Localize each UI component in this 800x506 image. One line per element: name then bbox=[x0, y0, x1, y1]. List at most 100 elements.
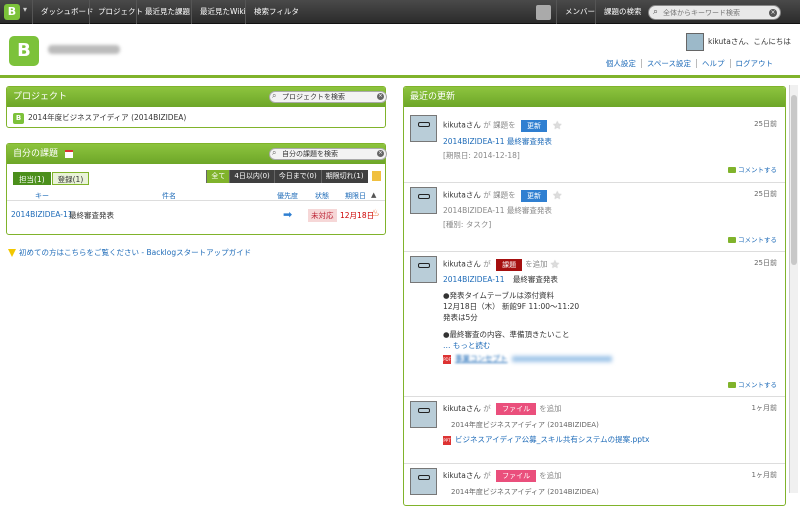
filter-due-today[interactable]: 今日まで(0) bbox=[273, 170, 321, 183]
issue-key[interactable]: 2014BIZIDEA-11 bbox=[11, 210, 73, 219]
page-scrollbar[interactable] bbox=[789, 85, 798, 493]
clear-icon[interactable]: × bbox=[769, 9, 777, 17]
project-search-box[interactable]: ⌕ プロジェクトを検索 × bbox=[269, 91, 387, 103]
activity-badge-suffix: を追加 bbox=[539, 471, 562, 480]
read-more-link[interactable]: … もっと読む bbox=[443, 340, 579, 351]
logout-link[interactable]: ログアウト bbox=[729, 59, 778, 68]
my-issues-title: 自分の課題 bbox=[13, 149, 59, 159]
star-icon[interactable]: ★ bbox=[552, 189, 562, 202]
activity-item: kikutaさん が ファイル を追加 2014年度ビジネスアイディア (2014… bbox=[404, 465, 785, 505]
activity-issue-link[interactable]: 2014BIZIDEA-11 最終審査発表 bbox=[443, 205, 552, 216]
file-link[interactable]: PPT ビジネスアイディア公募_スキル共有システムの提案.pptx bbox=[443, 434, 649, 445]
personal-settings-link[interactable]: 個人設定 bbox=[601, 59, 641, 68]
filter-all[interactable]: 全て bbox=[206, 170, 230, 183]
file-name[interactable]: ビジネスアイディア公募_スキル共有システムの提案.pptx bbox=[455, 435, 649, 444]
comment-link[interactable]: コメントする bbox=[728, 379, 777, 389]
my-issue-search-box[interactable]: ⌕ 自分の課題を検索 × bbox=[269, 148, 387, 160]
user-menu-icon[interactable] bbox=[536, 5, 551, 20]
backlog-logo-icon[interactable]: B bbox=[4, 4, 20, 20]
help-link[interactable]: ヘルプ bbox=[696, 59, 730, 68]
search-icon: ⌕ bbox=[272, 148, 277, 157]
activity-headline: kikutaさん が ファイル を追加 bbox=[443, 403, 562, 415]
col-due[interactable]: 期限日 bbox=[345, 191, 366, 201]
global-search-input[interactable] bbox=[663, 7, 768, 18]
attachment-link[interactable]: PDF 事業コンセプト bbox=[443, 353, 612, 364]
chevron-down-icon[interactable]: ▾ bbox=[23, 5, 27, 14]
projects-panel: プロジェクト ⌕ プロジェクトを検索 × B 2014年度ビジネスアイディア (2… bbox=[6, 86, 387, 128]
calendar-icon[interactable] bbox=[64, 149, 73, 158]
space-settings-link[interactable]: スペース設定 bbox=[640, 59, 696, 68]
col-key[interactable]: キー bbox=[35, 191, 49, 201]
activity-headline: kikutaさん が ファイル を追加 bbox=[443, 470, 562, 482]
activity-project[interactable]: 2014年度ビジネスアイディア (2014BIZIDEA) bbox=[451, 420, 599, 430]
filter-overdue[interactable]: 期限切れ(1) bbox=[320, 170, 368, 183]
avatar[interactable] bbox=[410, 256, 437, 283]
activity-user[interactable]: kikutaさん bbox=[443, 191, 481, 200]
activity-issue-title[interactable]: 最終審査発表 bbox=[513, 275, 558, 284]
recent-updates-panel: 最近の更新 kikutaさん が 課題を 更新 ★ 2014BIZIDEA-11… bbox=[403, 86, 786, 506]
activity-item: kikutaさん が ファイル を追加 2014年度ビジネスアイディア (2014… bbox=[404, 398, 785, 464]
avatar[interactable] bbox=[410, 401, 437, 428]
comment-link-label: コメントする bbox=[738, 236, 777, 244]
table-row[interactable]: 2014BIZIDEA-11 最終審査発表 ➡ 未対応 12月18日 ♨ bbox=[7, 208, 385, 222]
nav-search-filter[interactable]: 検索フィルタ bbox=[245, 0, 307, 24]
comment-icon bbox=[728, 237, 736, 243]
avatar[interactable] bbox=[410, 187, 437, 214]
avatar[interactable] bbox=[410, 468, 437, 495]
startup-guide-link[interactable]: 初めての方はこちらをご覧ください - Backlogスタートアップガイド bbox=[8, 247, 251, 258]
avatar[interactable] bbox=[410, 115, 437, 142]
activity-project[interactable]: 2014年度ビジネスアイディア (2014BIZIDEA) bbox=[451, 487, 599, 497]
my-issue-search-placeholder: 自分の課題を検索 bbox=[282, 150, 338, 158]
activity-verb: が bbox=[483, 404, 491, 413]
activity-headline: kikutaさん が 課題を 更新 ★ bbox=[443, 189, 562, 202]
activity-issue-key[interactable]: 2014BIZIDEA-11 bbox=[443, 275, 505, 284]
space-header: B kikutaさん、こんにちは 個人設定 スペース設定 ヘルプ ログアウト bbox=[0, 25, 800, 78]
filter-settings-icon[interactable] bbox=[372, 171, 381, 181]
comment-icon bbox=[728, 167, 736, 173]
issue-table-header: キー 件名 優先度 状態 期限日 ▲ bbox=[7, 189, 385, 201]
comment-link[interactable]: コメントする bbox=[728, 234, 777, 244]
col-subject[interactable]: 件名 bbox=[162, 191, 176, 201]
comment-link[interactable]: コメントする bbox=[728, 164, 777, 174]
sort-up-icon[interactable]: ▲ bbox=[371, 191, 376, 199]
clear-icon[interactable]: × bbox=[377, 150, 384, 157]
tab-created[interactable]: 登録(1) bbox=[51, 172, 90, 185]
star-icon[interactable]: ★ bbox=[552, 119, 562, 132]
activity-item: kikutaさん が 課題 を追加 ★ 2014BIZIDEA-11 最終審査発表… bbox=[404, 253, 785, 397]
filter-within-4-days[interactable]: 4日以内(0) bbox=[229, 170, 274, 183]
activity-issue-link[interactable]: 2014BIZIDEA-11 最終審査発表 bbox=[443, 274, 558, 285]
activity-badge: ファイル bbox=[496, 470, 537, 482]
activity-user[interactable]: kikutaさん bbox=[443, 121, 481, 130]
space-logo-icon[interactable]: B bbox=[9, 36, 39, 66]
project-item[interactable]: B 2014年度ビジネスアイディア (2014BIZIDEA) bbox=[13, 112, 186, 124]
activity-time: 1ヶ月前 bbox=[751, 471, 777, 479]
col-status[interactable]: 状態 bbox=[315, 191, 329, 201]
issue-filter-tabs: 全て 4日以内(0) 今日まで(0) 期限切れ(1) bbox=[206, 170, 381, 183]
activity-user[interactable]: kikutaさん bbox=[443, 404, 481, 413]
col-priority[interactable]: 優先度 bbox=[277, 191, 298, 201]
activity-item: kikutaさん が 課題を 更新 ★ 2014BIZIDEA-11 最終審査発… bbox=[404, 115, 785, 183]
clear-icon[interactable]: × bbox=[377, 93, 384, 100]
global-search-box[interactable]: ⌕ × bbox=[648, 5, 781, 20]
attachment-name[interactable]: 事業コンセプト bbox=[455, 354, 508, 363]
scrollbar-thumb[interactable] bbox=[791, 95, 797, 265]
activity-user[interactable]: kikutaさん bbox=[443, 260, 481, 269]
star-icon[interactable]: ★ bbox=[550, 258, 560, 271]
search-icon: ⌕ bbox=[272, 91, 277, 100]
tab-assigned[interactable]: 担当(1) bbox=[13, 172, 51, 185]
my-issues-panel: 自分の課題 ⌕ 自分の課題を検索 × 担当(1) 登録(1) 全て 4日以内(0) 今… bbox=[6, 143, 387, 235]
body-line: 12月18日（木） 新館9F 11:00～11:20 bbox=[443, 302, 580, 311]
status-badge: 未対応 bbox=[308, 209, 337, 222]
comment-icon bbox=[728, 382, 736, 388]
activity-issue-link[interactable]: 2014BIZIDEA-11 最終審査発表 bbox=[443, 136, 552, 147]
activity-badge: 更新 bbox=[521, 119, 548, 132]
issue-subject[interactable]: 最終審査発表 bbox=[69, 210, 114, 221]
pdf-icon: PPT bbox=[443, 435, 451, 445]
activity-headline: kikutaさん が 課題 を追加 ★ bbox=[443, 258, 560, 271]
space-name-blurred bbox=[48, 45, 120, 54]
activity-user[interactable]: kikutaさん bbox=[443, 471, 481, 480]
nav-recent-issues[interactable]: 最近見た課題 bbox=[136, 0, 198, 24]
header-links: 個人設定 スペース設定 ヘルプ ログアウト bbox=[601, 58, 778, 69]
avatar[interactable] bbox=[686, 33, 704, 51]
nav-issue-search[interactable]: 課題の検索 bbox=[595, 0, 650, 24]
